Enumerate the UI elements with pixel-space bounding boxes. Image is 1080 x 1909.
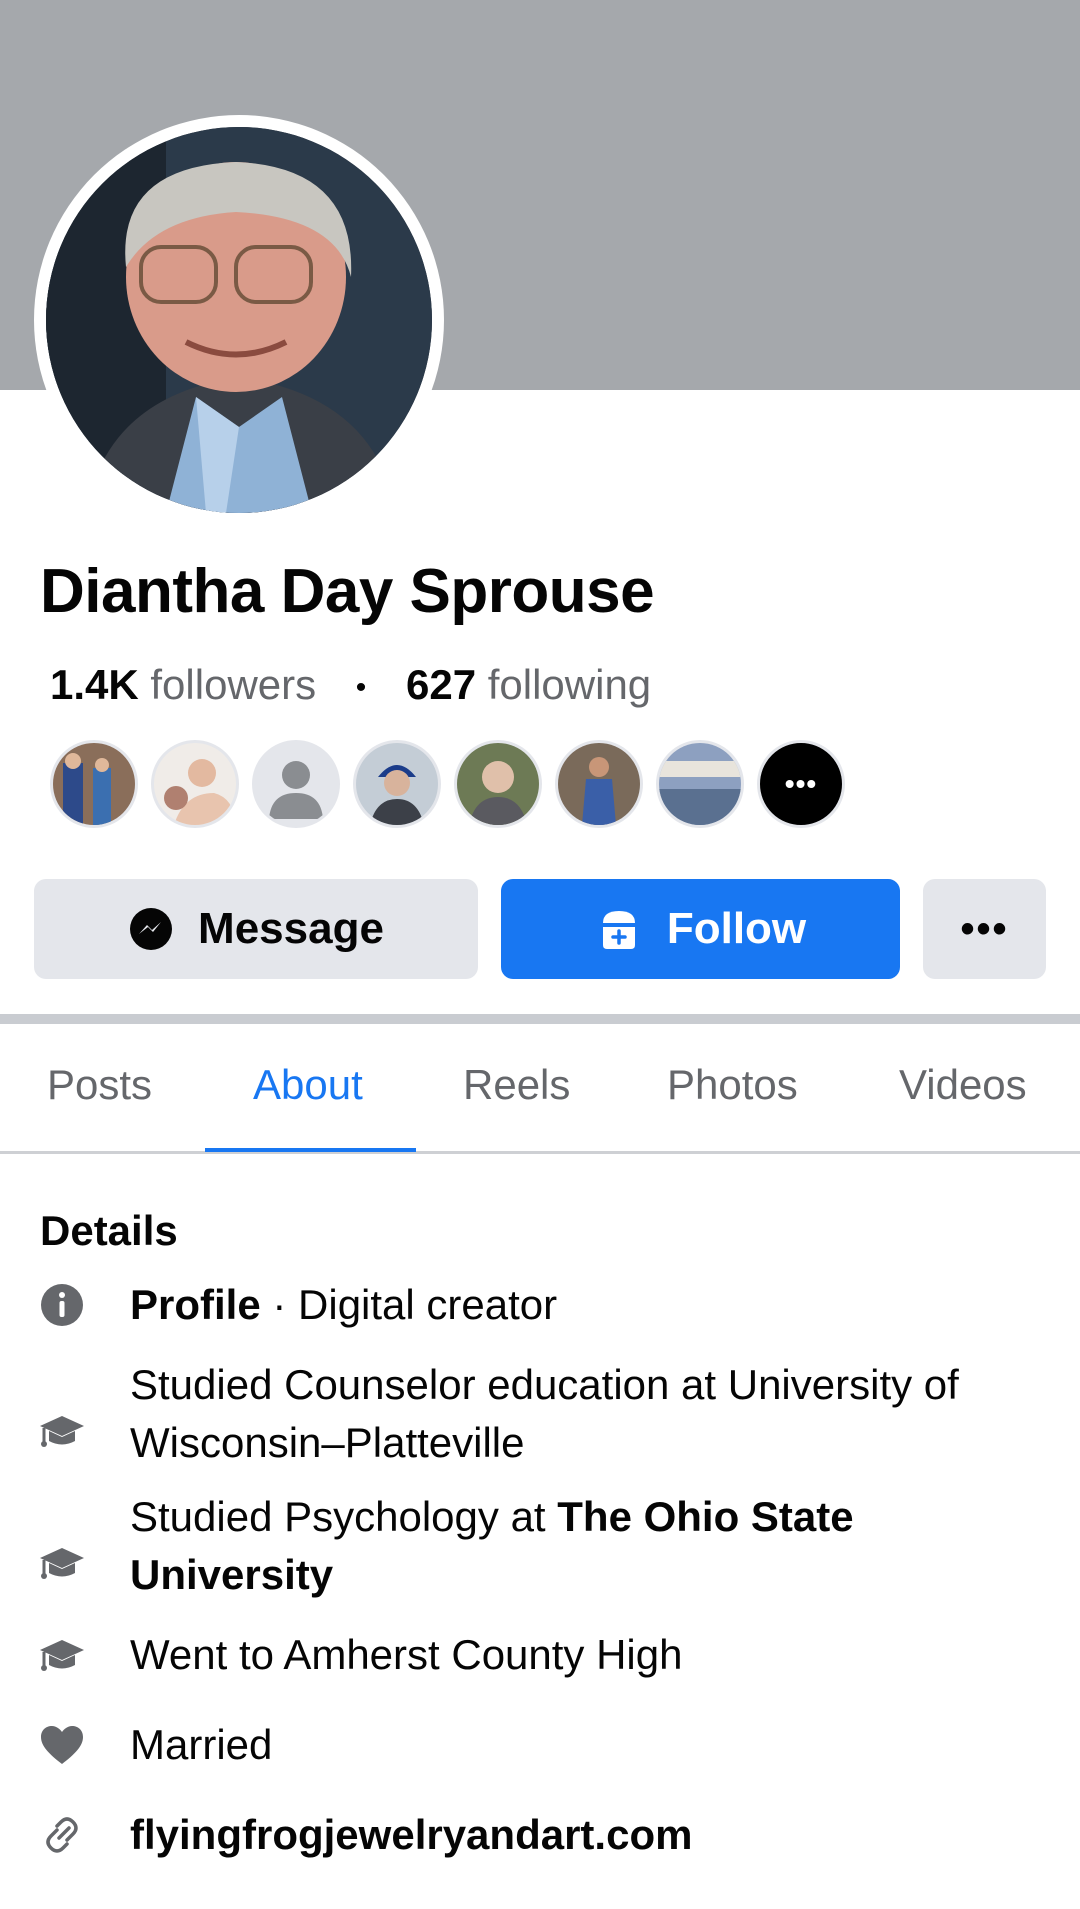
following-count: 627 xyxy=(405,661,477,708)
profile-name: Diantha Day Sprouse xyxy=(40,557,655,626)
tab-videos[interactable]: Videos xyxy=(899,1060,1027,1110)
message-button[interactable]: Message xyxy=(34,879,478,979)
section-divider xyxy=(0,1014,1080,1024)
detail-row-relationship: Married xyxy=(0,1716,1080,1776)
friend-avatar[interactable] xyxy=(454,740,542,828)
details-heading: Details xyxy=(40,1207,178,1254)
friend-avatar[interactable] xyxy=(656,740,744,828)
stats-separator: • xyxy=(355,670,367,704)
friend-avatar[interactable] xyxy=(353,740,441,828)
info-icon xyxy=(38,1281,86,1329)
link-icon xyxy=(38,1811,86,1859)
followers-link[interactable]: 1.4K followers xyxy=(50,661,316,708)
detail-row-profile: Profile · Digital creator xyxy=(0,1276,1080,1336)
profile-tabs: Posts About Reels Photos Videos xyxy=(0,1024,1080,1154)
tab-reels[interactable]: Reels xyxy=(463,1060,570,1110)
heart-icon xyxy=(38,1721,86,1769)
follow-icon xyxy=(595,905,643,953)
profile-category: Digital creator xyxy=(298,1281,558,1328)
detail-row-website: flyingfrogjewelryandart.com xyxy=(0,1806,1080,1866)
tab-photos[interactable]: Photos xyxy=(667,1060,798,1110)
education-psychology-text: Studied Psychology at The Ohio State Uni… xyxy=(130,1488,1030,1604)
education-highschool-text: Went to Amherst County High xyxy=(130,1631,683,1678)
tab-posts[interactable]: Posts xyxy=(47,1060,152,1110)
more-friends-button[interactable]: ••• xyxy=(757,740,845,828)
education-psychology-prefix: Studied Psychology at xyxy=(130,1493,558,1540)
friends-avatar-strip: ••• xyxy=(50,740,858,832)
detail-row-education: Went to Amherst County High xyxy=(0,1626,1080,1686)
detail-row-education: Studied Psychology at The Ohio State Uni… xyxy=(0,1488,1080,1604)
active-tab-indicator xyxy=(205,1148,416,1152)
followers-label: followers xyxy=(150,661,317,708)
profile-label: Profile xyxy=(130,1281,261,1328)
graduation-cap-icon xyxy=(38,1632,86,1680)
follow-button-label: Follow xyxy=(666,904,807,953)
profile-picture-frame xyxy=(34,115,444,525)
profile-type-text: Profile · Digital creator xyxy=(130,1276,1030,1334)
friend-avatar[interactable] xyxy=(555,740,643,828)
messenger-icon xyxy=(128,906,174,952)
profile-separator: · xyxy=(260,1281,299,1328)
friend-avatar[interactable] xyxy=(50,740,138,828)
follow-stats: 1.4K followers • 627 following xyxy=(50,660,651,710)
detail-row-education: Studied Counselor education at Universit… xyxy=(0,1356,1080,1472)
message-button-label: Message xyxy=(198,904,384,953)
graduation-cap-icon xyxy=(38,1408,86,1456)
website-text: flyingfrogjewelryandart.com xyxy=(130,1811,693,1858)
education-counselor-text: Studied Counselor education at Universit… xyxy=(130,1361,959,1466)
follow-button[interactable]: Follow xyxy=(501,879,900,979)
tab-about[interactable]: About xyxy=(253,1060,363,1110)
friend-avatar-placeholder[interactable] xyxy=(252,740,340,828)
following-link[interactable]: 627 following xyxy=(406,661,651,708)
followers-count: 1.4K xyxy=(50,661,139,708)
relationship-text: Married xyxy=(130,1721,273,1768)
website-link[interactable]: flyingfrogjewelryandart.com xyxy=(130,1806,1030,1864)
following-label: following xyxy=(487,661,652,708)
more-options-button[interactable]: ••• xyxy=(923,879,1046,979)
graduation-cap-icon xyxy=(38,1540,86,1588)
friend-avatar[interactable] xyxy=(151,740,239,828)
profile-picture[interactable] xyxy=(46,127,432,513)
